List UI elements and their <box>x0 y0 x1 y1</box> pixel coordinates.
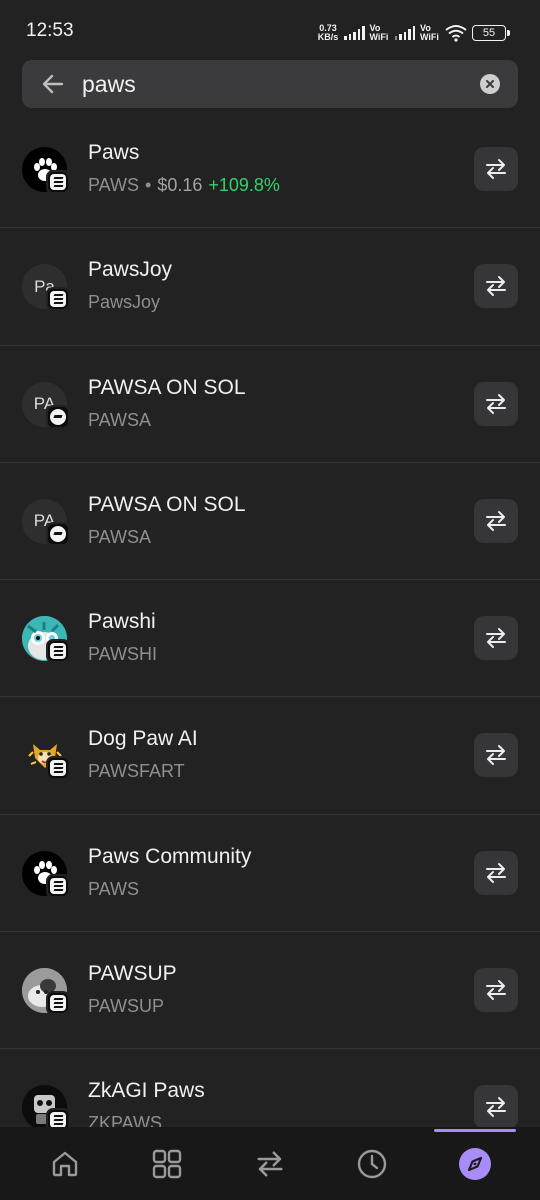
token-avatar: Pa <box>22 264 70 312</box>
token-row[interactable]: PAWSUP PAWSUP <box>0 932 540 1050</box>
swap-icon <box>486 862 506 883</box>
battery-icon: 55 <box>472 25 510 41</box>
status-icons: 0.73 KB/s Vo WiFi Vo WiFi 55 <box>317 20 510 46</box>
token-price: $0.16 <box>157 175 203 195</box>
nav-explore[interactable] <box>458 1147 492 1181</box>
swap-button[interactable] <box>474 850 518 895</box>
explore-icon <box>459 1148 491 1180</box>
vowifi-label-2: Vo WiFi <box>420 23 439 42</box>
status-time: 12:53 <box>26 20 74 41</box>
solana-badge-icon <box>46 1108 70 1127</box>
token-list: Paws PAWS • $0.16 +109.8% Pa PawsJoy PawsJo… <box>0 111 540 1127</box>
token-avatar <box>22 616 70 664</box>
swap-icon <box>486 510 506 531</box>
token-avatar <box>22 968 70 1016</box>
token-symbol: PAWSHI <box>88 644 158 665</box>
token-row[interactable]: Dog Paw AI PAWSFART <box>0 697 540 815</box>
token-avatar: PA <box>22 498 70 546</box>
token-avatar <box>22 733 70 781</box>
token-avatar: PA <box>22 381 70 429</box>
token-symbol: PAWS <box>88 175 140 195</box>
swap-icon <box>486 980 506 1001</box>
wifi-icon <box>445 25 467 42</box>
token-row[interactable]: Pa PawsJoy PawsJoy <box>0 228 540 346</box>
separator-dot: • <box>145 175 152 195</box>
token-row[interactable]: Paws Community PAWS <box>0 815 540 933</box>
token-symbol: PAWSFART <box>88 761 185 782</box>
token-avatar <box>22 147 70 194</box>
nav-swap[interactable] <box>253 1147 287 1181</box>
nav-home[interactable] <box>48 1147 82 1181</box>
chain-badge-icon <box>46 404 70 429</box>
search-input[interactable] <box>82 68 462 100</box>
search-bar <box>22 60 518 108</box>
nav-grid[interactable] <box>150 1147 184 1181</box>
token-name: Dog Paw AI <box>88 727 198 751</box>
status-bar: 12:53 0.73 KB/s Vo WiFi Vo WiFi 55 <box>0 0 540 56</box>
solana-badge-icon <box>46 756 70 781</box>
swap-icon <box>486 628 506 649</box>
swap-button[interactable] <box>474 1085 518 1127</box>
home-icon <box>52 1151 78 1177</box>
swap-button[interactable] <box>474 381 518 426</box>
solana-badge-icon <box>46 639 70 664</box>
token-symbol: ZKPAWS <box>88 1113 163 1127</box>
token-row[interactable]: PA PAWSA ON SOL PAWSA <box>0 463 540 581</box>
token-name: PAWSA ON SOL <box>88 375 246 399</box>
token-details: PAWS • $0.16 +109.8% <box>88 175 280 196</box>
close-icon <box>486 80 494 88</box>
swap-button[interactable] <box>474 733 518 778</box>
token-row[interactable]: Pawshi PAWSHI <box>0 580 540 698</box>
active-tab-indicator <box>434 1129 516 1132</box>
token-name: PAWSUP <box>88 962 177 986</box>
swap-button[interactable] <box>474 968 518 1013</box>
token-change: +109.8% <box>208 175 280 195</box>
token-avatar <box>22 850 70 898</box>
grid-icon <box>152 1149 182 1179</box>
token-name: Paws Community <box>88 844 252 868</box>
swap-icon <box>486 1097 506 1118</box>
swap-icon <box>486 159 506 179</box>
solana-badge-icon <box>46 287 70 312</box>
swap-icon <box>257 1151 283 1177</box>
history-icon <box>357 1149 387 1179</box>
token-avatar <box>22 1085 70 1127</box>
swap-icon <box>486 393 506 414</box>
token-name: Pawshi <box>88 610 156 634</box>
swap-icon <box>486 276 506 297</box>
token-symbol: PAWSA <box>88 526 152 547</box>
token-symbol: PAWSUP <box>88 996 165 1017</box>
token-row[interactable]: Paws PAWS • $0.16 +109.8% <box>0 111 540 229</box>
signal-icon <box>344 26 365 40</box>
swap-icon <box>486 745 506 766</box>
nav-history[interactable] <box>355 1147 389 1181</box>
network-speed: 0.73 KB/s <box>317 24 339 42</box>
token-name: PawsJoy <box>88 258 173 282</box>
chain-badge-icon <box>46 521 70 546</box>
signal-icon <box>394 26 415 40</box>
back-arrow-icon[interactable] <box>40 71 66 97</box>
token-row[interactable]: ZkAGI Paws ZKPAWS <box>0 1049 540 1127</box>
solana-badge-icon <box>46 170 70 194</box>
token-name: Paws <box>88 141 140 164</box>
swap-button[interactable] <box>474 264 518 309</box>
token-row[interactable]: PA PAWSA ON SOL PAWSA <box>0 346 540 463</box>
solana-badge-icon <box>46 873 70 898</box>
solana-badge-icon <box>46 991 70 1016</box>
token-symbol: PawsJoy <box>88 292 161 313</box>
token-symbol: PAWSA <box>88 409 152 430</box>
token-symbol: PAWS <box>88 878 140 899</box>
network-speed-unit: KB/s <box>317 32 339 42</box>
vowifi-label-1: Vo WiFi <box>369 23 389 42</box>
token-name: ZkAGI Paws <box>88 1079 205 1103</box>
swap-button[interactable] <box>474 498 518 543</box>
clear-search-button[interactable] <box>480 74 500 94</box>
bottom-nav <box>0 1127 540 1200</box>
token-name: PAWSA ON SOL <box>88 492 246 516</box>
swap-button[interactable] <box>474 616 518 661</box>
swap-button[interactable] <box>474 147 518 191</box>
